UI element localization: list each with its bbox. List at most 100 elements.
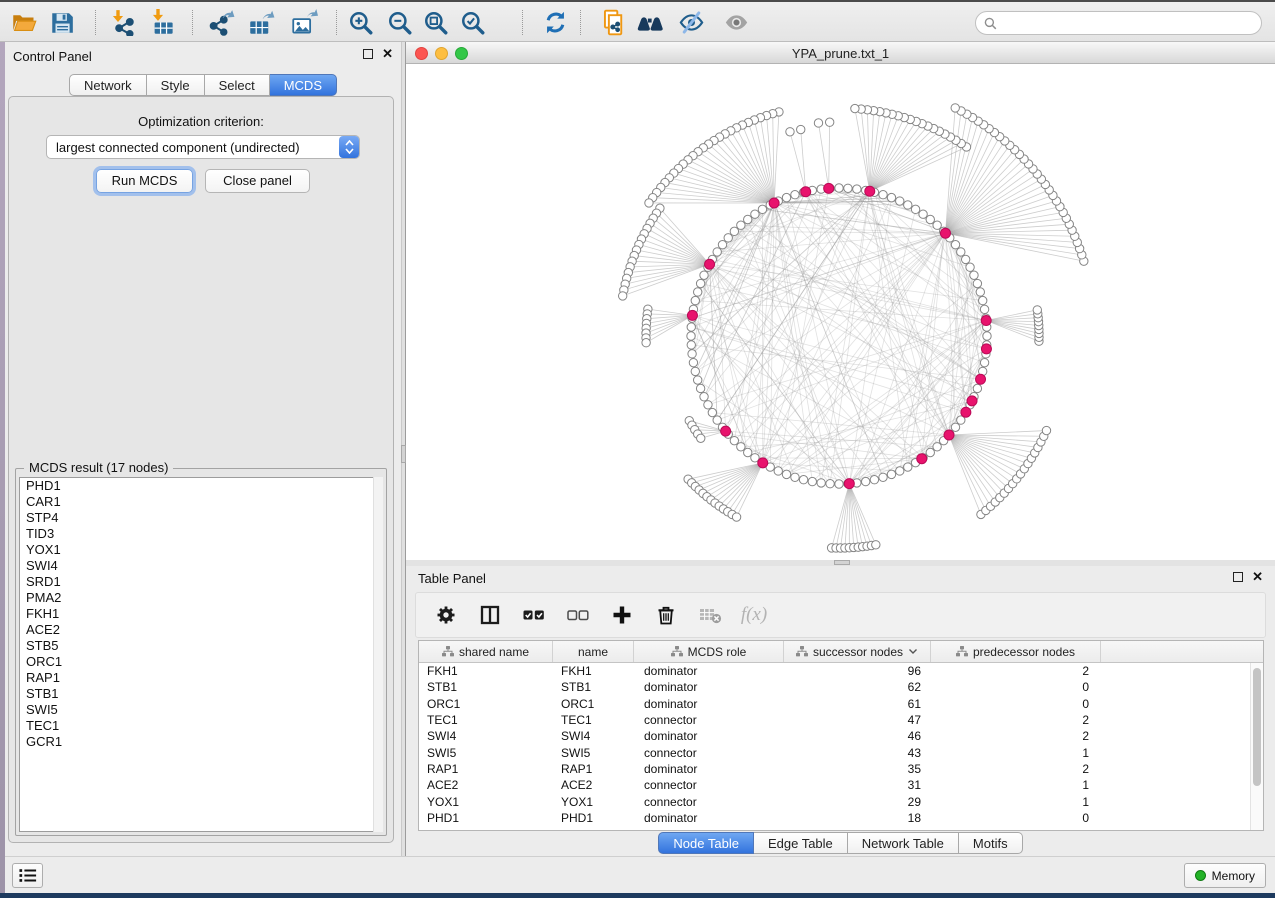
list-item[interactable]: GCR1 <box>20 734 382 750</box>
list-item[interactable]: RAP1 <box>20 670 382 686</box>
table-cell[interactable]: connector <box>634 713 784 727</box>
splitter-handle[interactable] <box>834 560 850 565</box>
table-cell[interactable]: ACE2 <box>553 778 634 792</box>
table-cell[interactable]: 62 <box>784 680 931 694</box>
tab-node-table[interactable]: Node Table <box>658 832 754 854</box>
create-column-button[interactable] <box>608 601 636 629</box>
table-row[interactable]: SWI5SWI5connector431 <box>419 744 1250 760</box>
list-item[interactable]: STB1 <box>20 686 382 702</box>
column-visibility-button[interactable] <box>476 601 504 629</box>
tab-mcds[interactable]: MCDS <box>270 74 337 96</box>
zoom-out-button[interactable] <box>385 8 415 37</box>
tab-motifs[interactable]: Motifs <box>959 832 1023 854</box>
tab-style[interactable]: Style <box>147 74 205 96</box>
network-search-button[interactable] <box>635 8 665 37</box>
table-row[interactable]: TEC1TEC1connector472 <box>419 712 1250 728</box>
refresh-button[interactable] <box>540 8 570 37</box>
table-cell[interactable]: dominator <box>634 680 784 694</box>
table-cell[interactable]: dominator <box>634 762 784 776</box>
table-options-button[interactable] <box>432 601 460 629</box>
table-cell[interactable]: connector <box>634 746 784 760</box>
optimization-criterion-select[interactable]: largest connected component (undirected) <box>46 135 360 159</box>
column-header-name[interactable]: name <box>553 641 634 662</box>
table-cell[interactable]: SWI4 <box>553 729 634 743</box>
export-table-button[interactable] <box>246 8 276 37</box>
list-item[interactable]: SRD1 <box>20 574 382 590</box>
table-scrollbar[interactable] <box>1250 663 1263 830</box>
table-cell[interactable]: 2 <box>931 664 1101 678</box>
list-item[interactable]: PMA2 <box>20 590 382 606</box>
list-item[interactable]: FKH1 <box>20 606 382 622</box>
table-cell[interactable]: 1 <box>931 795 1101 809</box>
mcds-result-list[interactable]: PHD1CAR1STP4TID3YOX1SWI4SRD1PMA2FKH1ACE2… <box>19 477 383 832</box>
list-item[interactable]: PHD1 <box>20 478 382 494</box>
table-cell[interactable]: PHD1 <box>419 811 553 825</box>
run-mcds-button[interactable]: Run MCDS <box>96 169 193 193</box>
table-cell[interactable]: 0 <box>931 811 1101 825</box>
tab-edge-table[interactable]: Edge Table <box>754 832 848 854</box>
float-panel-icon[interactable] <box>363 49 373 59</box>
list-item[interactable]: CAR1 <box>20 494 382 510</box>
open-file-button[interactable] <box>9 8 39 37</box>
tab-network-table[interactable]: Network Table <box>848 832 959 854</box>
table-cell[interactable]: SWI5 <box>419 746 553 760</box>
zoom-fit-button[interactable] <box>421 8 451 37</box>
save-session-button[interactable] <box>47 8 77 37</box>
birds-eye-view-button[interactable] <box>721 8 751 37</box>
memory-button[interactable]: Memory <box>1184 863 1266 888</box>
select-all-rows-button[interactable] <box>520 601 548 629</box>
close-panel-icon[interactable]: ✕ <box>382 49 393 59</box>
table-cell[interactable]: 0 <box>931 680 1101 694</box>
list-item[interactable]: STP4 <box>20 510 382 526</box>
table-cell[interactable]: RAP1 <box>419 762 553 776</box>
table-cell[interactable]: dominator <box>634 729 784 743</box>
search-input[interactable] <box>1002 16 1253 30</box>
table-cell[interactable]: 46 <box>784 729 931 743</box>
table-cell[interactable]: 47 <box>784 713 931 727</box>
mcds-list-scrollbar[interactable] <box>373 477 383 832</box>
table-cell[interactable]: SWI5 <box>553 746 634 760</box>
close-panel-icon[interactable]: ✕ <box>1252 572 1263 582</box>
list-item[interactable]: ACE2 <box>20 622 382 638</box>
zoom-selected-button[interactable] <box>458 8 488 37</box>
table-cell[interactable]: ORC1 <box>553 697 634 711</box>
table-cell[interactable]: 0 <box>931 697 1101 711</box>
show-task-history-button[interactable] <box>12 863 43 888</box>
table-cell[interactable]: connector <box>634 795 784 809</box>
table-cell[interactable]: YOX1 <box>553 795 634 809</box>
table-cell[interactable]: STB1 <box>553 680 634 694</box>
table-cell[interactable]: 2 <box>931 729 1101 743</box>
column-header-successor-nodes[interactable]: successor nodes <box>784 641 931 662</box>
table-cell[interactable]: 29 <box>784 795 931 809</box>
table-cell[interactable]: TEC1 <box>553 713 634 727</box>
table-cell[interactable]: dominator <box>634 697 784 711</box>
export-network-button[interactable] <box>206 8 236 37</box>
list-item[interactable]: ORC1 <box>20 654 382 670</box>
table-cell[interactable]: STB1 <box>419 680 553 694</box>
list-item[interactable]: TID3 <box>20 526 382 542</box>
show-hide-graphics-button[interactable] <box>676 8 706 37</box>
table-row[interactable]: FKH1FKH1dominator962 <box>419 663 1250 679</box>
table-cell[interactable]: TEC1 <box>419 713 553 727</box>
table-cell[interactable]: FKH1 <box>553 664 634 678</box>
table-row[interactable]: STB1STB1dominator620 <box>419 679 1250 695</box>
table-row[interactable]: ACE2ACE2connector311 <box>419 777 1250 793</box>
table-cell[interactable]: 2 <box>931 713 1101 727</box>
table-cell[interactable]: dominator <box>634 664 784 678</box>
table-cell[interactable]: RAP1 <box>553 762 634 776</box>
delete-column-button[interactable] <box>652 601 680 629</box>
list-item[interactable]: YOX1 <box>20 542 382 558</box>
table-cell[interactable]: dominator <box>634 811 784 825</box>
table-cell[interactable]: SWI4 <box>419 729 553 743</box>
close-panel-button[interactable]: Close panel <box>205 169 310 193</box>
table-cell[interactable]: ORC1 <box>419 697 553 711</box>
float-panel-icon[interactable] <box>1233 572 1243 582</box>
table-cell[interactable]: 18 <box>784 811 931 825</box>
table-cell[interactable]: 35 <box>784 762 931 776</box>
list-item[interactable]: STB5 <box>20 638 382 654</box>
table-cell[interactable]: 31 <box>784 778 931 792</box>
table-scrollbar-thumb[interactable] <box>1253 668 1261 786</box>
list-item[interactable]: TEC1 <box>20 718 382 734</box>
zoom-in-button[interactable] <box>346 8 376 37</box>
column-header-mcds-role[interactable]: MCDS role <box>634 641 784 662</box>
